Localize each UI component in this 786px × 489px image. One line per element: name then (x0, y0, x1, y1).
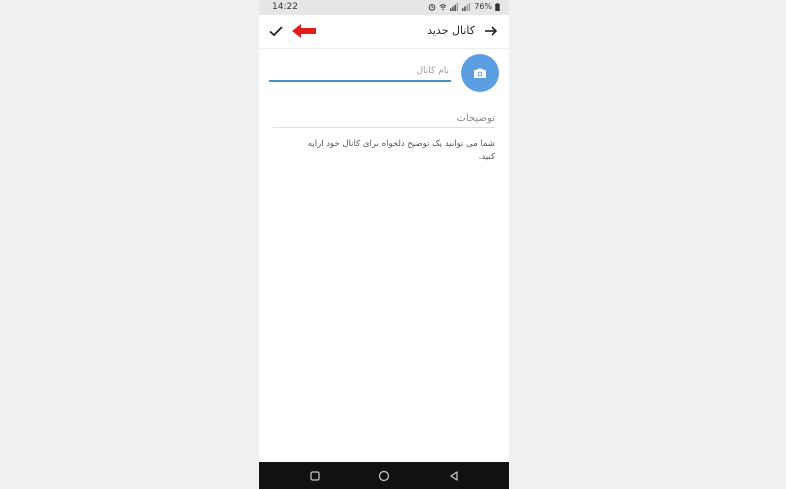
navigation-bar (259, 462, 509, 489)
status-bar: 14:22 76% (259, 0, 509, 15)
battery-icon (495, 2, 500, 11)
channel-name-input[interactable] (269, 62, 451, 82)
alarm-icon (428, 3, 436, 11)
home-icon[interactable] (377, 469, 391, 483)
back-icon[interactable] (447, 469, 461, 483)
battery-percent: 76% (474, 2, 492, 11)
signal-icon-2 (462, 2, 471, 11)
channel-photo-button[interactable] (461, 54, 499, 92)
status-time: 14:22 (272, 2, 298, 12)
arrow-right-icon[interactable] (483, 23, 499, 39)
description-helper-text: شما می توانید یک توضیح دلخواه برای کانال… (307, 139, 495, 162)
app-bar: کانال جدید (259, 15, 509, 49)
camera-icon (474, 68, 486, 78)
status-icons: 76% (428, 2, 500, 11)
phone-screen: 14:22 76% کانال جدید نام کانال توضیحات ش… (259, 0, 509, 489)
page-title: کانال جدید (427, 24, 475, 37)
red-arrow-annotation-icon (292, 24, 316, 38)
channel-description-input[interactable] (273, 110, 495, 128)
recent-apps-icon[interactable] (308, 469, 322, 483)
check-icon[interactable] (267, 22, 285, 40)
signal-icon (450, 2, 459, 11)
wifi-icon (439, 3, 447, 10)
